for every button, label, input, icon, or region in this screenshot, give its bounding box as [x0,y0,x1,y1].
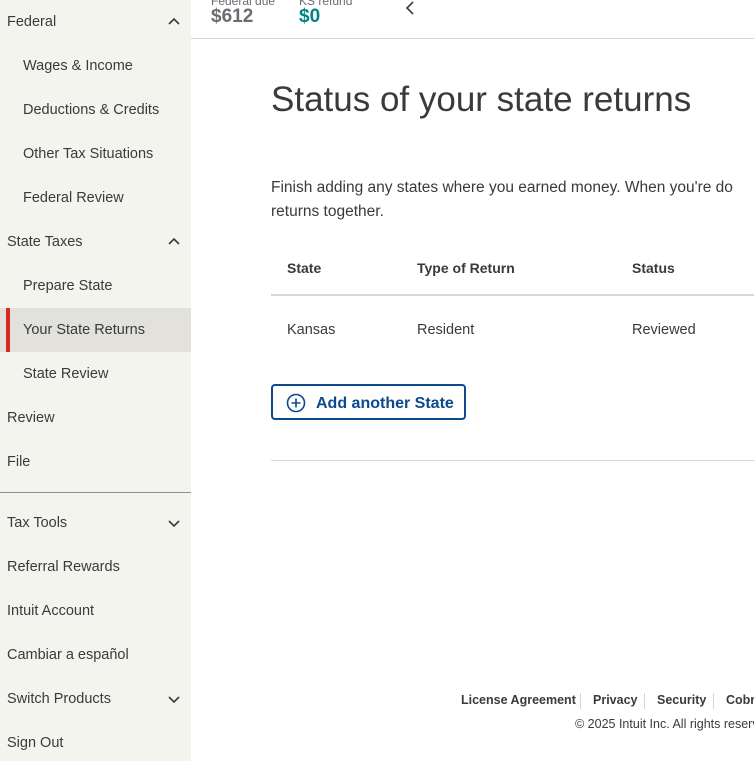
sidebar-item-federal[interactable]: Federal [0,0,191,44]
column-header-state: State [287,260,322,276]
sidebar-item-other-tax-situations[interactable]: Other Tax Situations [0,132,191,176]
sidebar-nav: Federal Wages & Income Deductions & Cred… [0,0,191,761]
sidebar-item-label: State Taxes [7,234,83,250]
chevron-up-icon [168,17,180,25]
sidebar-item-label: Wages & Income [23,58,133,74]
intro-text: Finish adding any states where you earne… [271,176,754,224]
sidebar-item-label: Federal [7,14,57,30]
sidebar-item-label: Intuit Account [7,603,95,619]
intro-line: returns together. [271,203,384,220]
add-another-state-button[interactable]: Add another State [271,384,466,420]
footer-separator [713,693,714,709]
sidebar-item-referral-rewards[interactable]: Referral Rewards [0,545,191,589]
plus-circle-icon [286,393,306,413]
sidebar-item-label: Sign Out [7,735,64,751]
sidebar-item-deductions-credits[interactable]: Deductions & Credits [0,88,191,132]
footer-link-privacy[interactable]: Privacy [593,693,637,707]
footer-links: License Agreement Privacy Security Cobr [0,693,754,713]
footer-separator [580,693,581,709]
footer-link-security[interactable]: Security [657,693,706,707]
sidebar-item-state-review[interactable]: State Review [0,352,191,396]
add-another-state-label: Add another State [316,395,454,412]
sidebar-item-label: Other Tax Situations [23,146,154,162]
column-header-status: Status [632,260,675,276]
chevron-left-icon[interactable] [403,0,419,16]
sidebar-item-wages-income[interactable]: Wages & Income [0,44,191,88]
sidebar-item-prepare-state[interactable]: Prepare State [0,264,191,308]
footer-separator [644,693,645,709]
sidebar-item-state-taxes[interactable]: State Taxes [0,220,191,264]
sidebar-item-label: Federal Review [23,190,124,206]
sidebar-item-review[interactable]: Review [0,396,191,440]
sidebar-divider [0,492,191,493]
sidebar-item-label: Deductions & Credits [23,102,160,118]
content-divider [271,460,754,461]
sidebar-item-file[interactable]: File [0,440,191,484]
cell-status: Reviewed [632,322,696,338]
table-header-divider [271,294,754,296]
cell-type: Resident [417,322,475,338]
copyright-text: © 2025 Intuit Inc. All rights reserv [575,717,754,731]
refund-meter-bar: Federal due $612 KS refund $0 [191,0,754,39]
footer-link-cobrowse[interactable]: Cobr [726,693,754,707]
sidebar-item-label: Prepare State [23,278,113,294]
page-title: Status of your state returns [271,80,692,119]
sidebar-item-your-state-returns[interactable]: Your State Returns [0,308,191,352]
cell-state: Kansas [287,322,336,338]
chevron-down-icon [168,520,180,528]
federal-due-amount: $612 [211,6,254,27]
sidebar-item-label: Cambiar a español [7,647,129,663]
sidebar-item-label: Your State Returns [23,322,145,338]
sidebar-item-label: State Review [23,366,109,382]
sidebar-item-label: Tax Tools [7,515,68,531]
sidebar-item-label: Review [7,410,55,426]
footer-link-license-agreement[interactable]: License Agreement [461,693,576,707]
sidebar-item-intuit-account[interactable]: Intuit Account [0,589,191,633]
column-header-type: Type of Return [417,260,515,276]
chevron-up-icon [168,237,180,245]
sidebar-item-label: Referral Rewards [7,559,120,575]
sidebar-item-label: File [7,454,31,470]
sidebar-item-sign-out[interactable]: Sign Out [0,721,191,765]
sidebar-item-federal-review[interactable]: Federal Review [0,176,191,220]
sidebar-item-cambiar-espanol[interactable]: Cambiar a español [0,633,191,677]
intro-line: Finish adding any states where you earne… [271,179,733,196]
sidebar-item-tax-tools[interactable]: Tax Tools [0,501,191,545]
state-refund-amount: $0 [299,6,321,27]
